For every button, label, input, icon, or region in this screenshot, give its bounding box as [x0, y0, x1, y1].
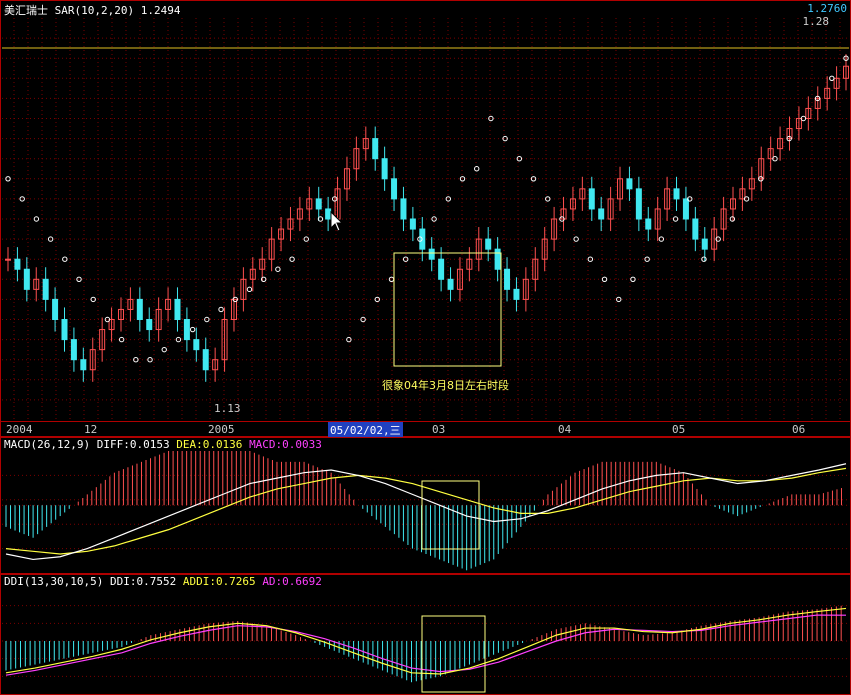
candle-body — [504, 268, 511, 290]
candle-body — [682, 198, 689, 220]
price-header: 美汇瑞士 SAR(10,2,20) 1.2494 — [4, 2, 180, 18]
date-cursor-label: 05/02/02,三 — [328, 422, 403, 438]
candle-body — [494, 248, 501, 270]
dea-value: DEA:0.0136 — [176, 438, 243, 451]
date-label: 05 — [672, 423, 686, 436]
candle-body — [447, 278, 454, 290]
sar-dot — [189, 326, 196, 333]
candle-body — [315, 198, 322, 210]
low-price-label: 1.13 — [214, 402, 241, 415]
candle-body — [61, 319, 68, 341]
mouse-cursor-icon — [330, 211, 344, 232]
candle-body — [692, 218, 699, 240]
candle-body — [146, 319, 153, 331]
candle-body — [23, 268, 30, 290]
top-right-price: 1.2760 — [807, 2, 847, 15]
candle-body — [598, 208, 605, 220]
candle-body — [391, 178, 398, 200]
macd-name: MACD(26,12,9) — [4, 438, 91, 451]
candle-body — [588, 188, 595, 210]
sar-dot — [76, 276, 82, 282]
candle-body — [183, 319, 190, 341]
candle-body — [673, 188, 680, 200]
date-label: 06 — [792, 423, 806, 436]
candle-body — [485, 238, 492, 250]
date-label: 03 — [432, 423, 446, 436]
date-axis: 2004 12 2005 05/02/02,三 03 04 05 06 — [0, 421, 851, 438]
candle-body — [372, 138, 379, 160]
date-label: 2004 — [6, 423, 33, 436]
candle-body — [513, 288, 520, 300]
price-chart[interactable] — [0, 0, 851, 437]
candle-body — [202, 349, 209, 371]
candle-body — [701, 238, 708, 250]
ddi-header: DDI(13,30,10,5) DDI:0.7552 ADDI:0.7265 A… — [4, 575, 322, 588]
sar-indicator-label: SAR(10,2,20) — [54, 4, 135, 17]
ddi-panel[interactable]: DDI(13,30,10,5) DDI:0.7552 ADDI:0.7265 A… — [0, 574, 851, 695]
candle-body — [635, 188, 642, 220]
candle-body — [626, 178, 633, 190]
candle-body — [645, 218, 652, 230]
sar-dot — [275, 266, 281, 272]
sar-dot — [118, 336, 125, 343]
candle-body — [174, 298, 181, 320]
macd-header: MACD(26,12,9) DIFF:0.0153 DEA:0.0136 MAC… — [4, 438, 322, 451]
sar-dot — [644, 256, 650, 262]
sar-dot — [474, 166, 480, 172]
date-label: 12 — [84, 423, 98, 436]
candle-body — [14, 258, 21, 270]
sar-dot — [218, 306, 224, 313]
ddi-name: DDI(13,30,10,5) — [4, 575, 104, 588]
macd-panel[interactable]: MACD(26,12,9) DIFF:0.0153 DEA:0.0136 MAC… — [0, 437, 851, 574]
ddi-highlight-box — [421, 615, 486, 693]
date-label: 2005 — [208, 423, 235, 436]
price-panel[interactable]: 美汇瑞士 SAR(10,2,20) 1.2494 1.2760 1.28 1.1… — [0, 0, 851, 437]
sar-value: 1.2494 — [140, 4, 181, 17]
candle-body — [136, 298, 143, 320]
macd-value: MACD:0.0033 — [249, 438, 322, 451]
date-label: 04 — [558, 423, 572, 436]
diff-value: DIFF:0.0153 — [96, 438, 170, 451]
candle-body — [400, 198, 407, 220]
candle-body — [80, 359, 87, 371]
candle-body — [42, 278, 49, 300]
candle-body — [409, 218, 416, 230]
resistance-label: 1.28 — [802, 15, 830, 28]
candle-body — [5, 258, 11, 261]
candle-body — [381, 158, 388, 180]
addi-value: ADDI:0.7265 — [182, 575, 256, 588]
pattern-annotation: 很象04年3月8日左右时段 — [382, 379, 509, 392]
candle-body — [193, 339, 200, 351]
candle-body — [70, 339, 77, 361]
sar-dot — [360, 316, 366, 323]
macd-chart[interactable] — [0, 437, 851, 574]
ad-value: AD:0.6692 — [262, 575, 322, 588]
ddi-chart[interactable] — [0, 574, 851, 695]
sar-dot — [402, 256, 409, 262]
candle-body — [52, 298, 59, 320]
ddi-value: DDI:0.7552 — [109, 575, 177, 588]
sar-dot — [246, 286, 253, 293]
candle-body — [428, 248, 435, 260]
pattern-highlight-box — [393, 252, 502, 367]
sar-dot — [388, 276, 395, 282]
sar-dot — [161, 346, 167, 353]
candle-body — [438, 258, 445, 280]
symbol-name: 美汇瑞士 — [4, 4, 48, 17]
